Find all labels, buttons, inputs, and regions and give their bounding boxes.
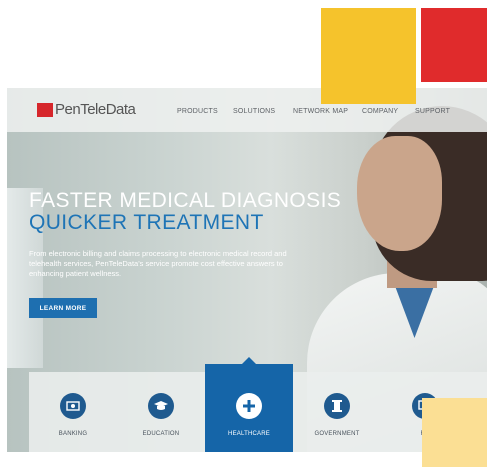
plus-icon bbox=[236, 393, 262, 419]
graduation-cap-icon bbox=[148, 393, 174, 419]
column-icon bbox=[324, 393, 350, 419]
industry-tiles: BANKING EDUCATION HEALTHCARE GOVERNMENT … bbox=[29, 357, 487, 452]
decorative-cream-block bbox=[422, 398, 487, 467]
tile-label: EDUCATION bbox=[142, 431, 180, 437]
tile-label: HEALTHCARE bbox=[228, 431, 270, 437]
nav-item-solutions[interactable]: SOLUTIONS bbox=[233, 108, 275, 115]
logo-mark-icon bbox=[37, 102, 53, 117]
tile-education[interactable]: EDUCATION bbox=[117, 372, 205, 452]
logo-text: PenTeleData bbox=[55, 101, 136, 118]
website-screenshot: PenTeleData PRODUCTS SOLUTIONS NETWORK M… bbox=[7, 88, 487, 452]
nav-item-network-map[interactable]: NETWORK MAP bbox=[293, 108, 348, 115]
tile-healthcare[interactable]: HEALTHCARE bbox=[205, 357, 293, 452]
decorative-yellow-block bbox=[321, 8, 416, 104]
tile-banking[interactable]: BANKING bbox=[29, 372, 117, 452]
doctor-face bbox=[357, 136, 442, 251]
decorative-red-block bbox=[421, 8, 487, 82]
hero-title-line-2: QUICKER TREATMENT bbox=[29, 211, 264, 234]
tile-label: BANKING bbox=[58, 431, 88, 437]
nav-item-support[interactable]: SUPPORT bbox=[415, 108, 450, 115]
hero-description: From electronic billing and claims proce… bbox=[29, 249, 287, 278]
banknote-icon bbox=[60, 393, 86, 419]
tile-government[interactable]: GOVERNMENT bbox=[293, 372, 381, 452]
brand-logo[interactable]: PenTeleData bbox=[37, 101, 136, 118]
tile-label: GOVERNMENT bbox=[314, 431, 360, 437]
learn-more-button[interactable]: LEARN MORE bbox=[29, 298, 97, 318]
nav-item-products[interactable]: PRODUCTS bbox=[177, 108, 218, 115]
hero-title-line-1: FASTER MEDICAL DIAGNOSIS bbox=[29, 189, 342, 212]
nav-item-company[interactable]: COMPANY bbox=[362, 108, 398, 115]
